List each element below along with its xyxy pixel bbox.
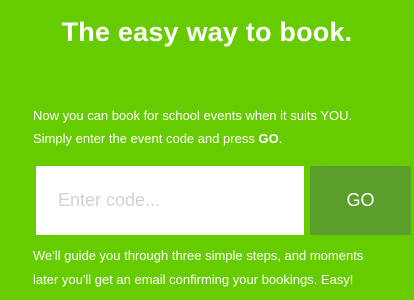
event-code-form: GO xyxy=(36,166,411,235)
event-code-input[interactable] xyxy=(36,166,304,235)
intro-line-2-suffix: . xyxy=(278,131,283,146)
outro-text: We'll guide you through three simple ste… xyxy=(33,244,403,292)
intro-line-2: Simply enter the event code and press GO… xyxy=(33,127,393,150)
intro-text: Now you can book for school events when … xyxy=(33,104,393,150)
booking-panel: The easy way to book. Now you can book f… xyxy=(0,0,414,300)
intro-line-1: Now you can book for school events when … xyxy=(33,108,353,123)
page-title: The easy way to book. xyxy=(61,17,353,47)
intro-line-2-prefix: Simply enter the event code and press xyxy=(33,131,259,146)
outro-line-2: later you'll get an email confirming you… xyxy=(33,272,354,287)
outro-line-1: We'll guide you through three simple ste… xyxy=(33,248,364,263)
go-button[interactable]: GO xyxy=(310,166,411,235)
intro-go-emphasis: GO xyxy=(258,131,279,146)
